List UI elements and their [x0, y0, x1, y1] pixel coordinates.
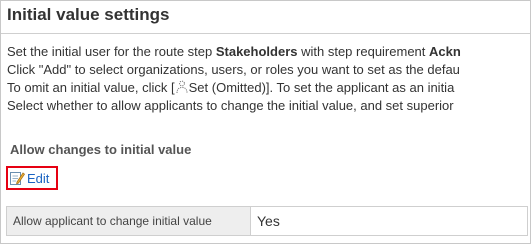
section-heading: Allow changes to initial value [10, 142, 192, 157]
edit-icon [10, 172, 25, 185]
description-text: Set the initial user for the route step [7, 44, 216, 59]
description-line-3: To omit an initial value, click [ Set (Om… [7, 79, 461, 97]
settings-row-label: Allow applicant to change initial value [7, 207, 251, 235]
route-step-name: Stakeholders [215, 44, 298, 59]
description: Set the initial user for the route step … [7, 43, 461, 115]
title-divider [1, 33, 530, 34]
description-text: Set (Omitted)]. To set the applicant as … [188, 80, 455, 95]
page-title: Initial value settings [7, 5, 170, 24]
settings-table: Allow applicant to change initial value … [6, 206, 528, 236]
settings-row-value: Yes [257, 213, 280, 229]
edit-label: Edit [27, 170, 50, 186]
description-text: with step requirement [297, 44, 430, 59]
description-line-1: Set the initial user for the route step … [7, 43, 461, 61]
description-line-2: Click "Add" to select organizations, use… [7, 62, 460, 77]
step-requirement: Ackn [429, 44, 461, 59]
description-text: To omit an initial value, click [ [7, 80, 175, 95]
edit-link[interactable]: Edit [9, 170, 49, 186]
settings-panel: Initial value settings Set the initial u… [0, 0, 531, 244]
description-line-4: Select whether to allow applicants to ch… [7, 98, 454, 113]
